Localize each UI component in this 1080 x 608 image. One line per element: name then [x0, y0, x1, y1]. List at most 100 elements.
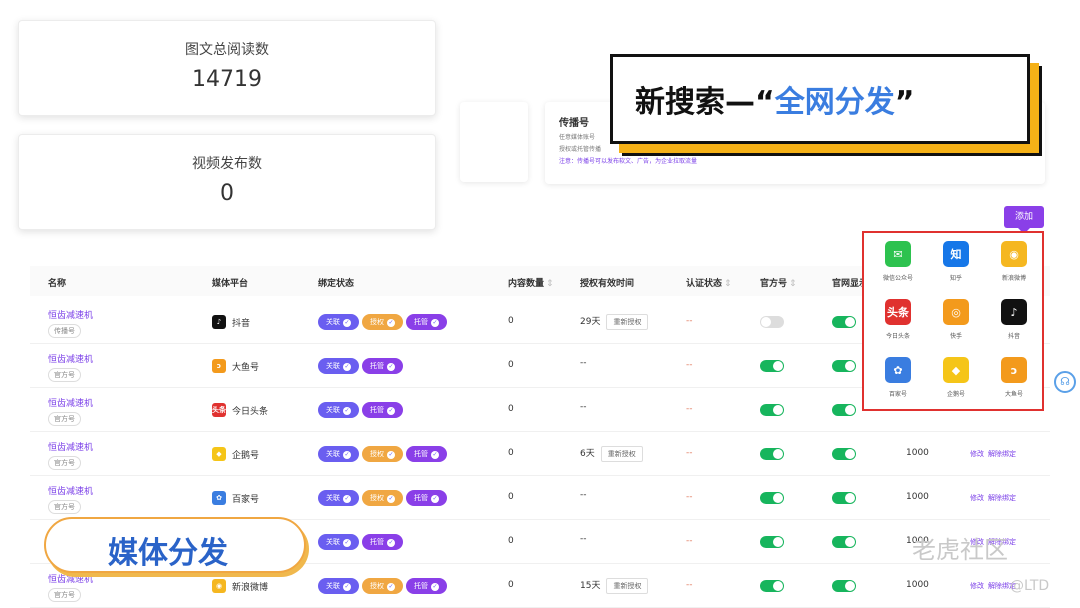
- platform-cell: ♪ 抖音: [212, 315, 250, 329]
- platform-option[interactable]: ɔ 大鱼号: [986, 357, 1042, 398]
- bind-status-cell: 关联 ✓ 授权 ✓ 托管 ✓: [318, 490, 450, 506]
- reauth-button[interactable]: 重新授权: [606, 578, 649, 594]
- auth-time-cell: 6天 重新授权: [580, 446, 643, 462]
- operation-cell: 修改 解除绑定: [970, 493, 1020, 503]
- site-show-toggle[interactable]: [832, 492, 856, 504]
- reauth-button[interactable]: 重新授权: [600, 446, 643, 462]
- official-toggle[interactable]: [760, 404, 784, 416]
- edit-link[interactable]: 修改: [970, 450, 984, 458]
- status-pill-host[interactable]: 托管 ✓: [406, 314, 447, 330]
- toggle-knob: [845, 361, 855, 371]
- check-icon: ✓: [431, 319, 439, 327]
- bind-status-cell: 关联 ✓ 托管 ✓: [318, 358, 406, 374]
- edit-link[interactable]: 修改: [970, 494, 984, 502]
- account-name[interactable]: 恒齿减速机: [48, 308, 93, 321]
- verify-status: --: [686, 536, 693, 546]
- sort-icon[interactable]: ⇕: [546, 279, 554, 289]
- pill-label: 托管: [414, 318, 428, 326]
- account-name[interactable]: 恒齿减速机: [48, 396, 93, 409]
- official-toggle[interactable]: [760, 580, 784, 592]
- watermark: 老虎社区: [912, 536, 1008, 564]
- platform-cell: 头条 今日头条: [212, 403, 268, 417]
- status-pill-link[interactable]: 关联 ✓: [318, 446, 359, 462]
- account-name[interactable]: 恒齿减速机: [48, 572, 93, 585]
- status-pill-link[interactable]: 关联 ✓: [318, 578, 359, 594]
- toggle-knob: [845, 449, 855, 459]
- sort-icon[interactable]: ⇕: [724, 279, 732, 289]
- col-name: 名称: [48, 279, 67, 289]
- account-name[interactable]: 恒齿减速机: [48, 440, 93, 453]
- verify-status: --: [686, 492, 693, 502]
- platform-option[interactable]: ♪ 抖音: [986, 299, 1042, 340]
- official-toggle[interactable]: [760, 360, 784, 372]
- status-pill-host[interactable]: 托管 ✓: [406, 578, 447, 594]
- official-toggle[interactable]: [760, 536, 784, 548]
- broadcast-note: 注意：传播号可以发布软文、广告，为企业拉取流量: [559, 158, 698, 165]
- site-show-toggle[interactable]: [832, 580, 856, 592]
- account-cell: 恒齿减速机 官方号: [48, 484, 93, 514]
- unbind-link[interactable]: 解除绑定: [988, 450, 1016, 458]
- platform-option[interactable]: ◎ 快手: [928, 299, 984, 340]
- toutiao-icon: 头条: [212, 403, 226, 417]
- platform-option[interactable]: ✿ 百家号: [870, 357, 926, 398]
- auth-time-cell: --: [580, 358, 587, 368]
- verify-status: --: [686, 404, 693, 414]
- site-show-toggle[interactable]: [832, 536, 856, 548]
- platform-option-label: 微信公众号: [882, 275, 913, 282]
- status-pill-host[interactable]: 托管 ✓: [406, 446, 447, 462]
- status-pill-link[interactable]: 关联 ✓: [318, 314, 359, 330]
- status-pill-host[interactable]: 托管 ✓: [362, 358, 403, 374]
- pill-label: 关联: [326, 406, 340, 414]
- platform-option[interactable]: 知 知乎: [928, 241, 984, 282]
- status-pill-link[interactable]: 关联 ✓: [318, 358, 359, 374]
- customer-service-icon[interactable]: ☊: [1054, 371, 1076, 393]
- check-icon: ✓: [387, 451, 395, 459]
- platform-option[interactable]: ✉ 微信公众号: [870, 241, 926, 282]
- auth-time: --: [580, 358, 587, 368]
- col-bind-status: 绑定状态: [318, 279, 355, 289]
- official-toggle[interactable]: [760, 316, 784, 328]
- site-show-toggle[interactable]: [832, 360, 856, 372]
- status-pill-host[interactable]: 托管 ✓: [406, 490, 447, 506]
- weibo-icon: ◉: [212, 579, 226, 593]
- status-pill-link[interactable]: 关联 ✓: [318, 402, 359, 418]
- official-toggle[interactable]: [760, 492, 784, 504]
- col-content-count[interactable]: 内容数量 ⇕: [508, 276, 554, 289]
- unbind-link[interactable]: 解除绑定: [988, 494, 1016, 502]
- toggle-knob: [773, 581, 783, 591]
- status-pill-link[interactable]: 关联 ✓: [318, 534, 359, 550]
- status-pill-link[interactable]: 关联 ✓: [318, 490, 359, 506]
- status-pill-auth[interactable]: 授权 ✓: [362, 490, 403, 506]
- media-distribution-label: 媒体分发: [44, 517, 306, 573]
- status-pill-auth[interactable]: 授权 ✓: [362, 446, 403, 462]
- status-pill-host[interactable]: 托管 ✓: [362, 402, 403, 418]
- check-icon: ✓: [343, 363, 351, 371]
- check-icon: ✓: [431, 451, 439, 459]
- site-show-toggle[interactable]: [832, 404, 856, 416]
- platform-option-label: 新浪微博: [1001, 275, 1026, 282]
- platform-option-label: 知乎: [949, 275, 962, 282]
- col-official[interactable]: 官方号 ⇕: [760, 276, 797, 289]
- platform-option[interactable]: 头条 今日头条: [870, 299, 926, 340]
- sort-icon[interactable]: ⇕: [789, 279, 797, 289]
- platform-option[interactable]: ◉ 新浪微博: [986, 241, 1042, 282]
- account-name[interactable]: 恒齿减速机: [48, 352, 93, 365]
- status-pill-host[interactable]: 托管 ✓: [362, 534, 403, 550]
- weight-value: 1000: [906, 492, 929, 502]
- pill-label: 托管: [370, 538, 384, 546]
- reauth-button[interactable]: 重新授权: [606, 314, 649, 330]
- account-name[interactable]: 恒齿减速机: [48, 484, 93, 497]
- status-pill-auth[interactable]: 授权 ✓: [362, 314, 403, 330]
- platform-option[interactable]: ◆ 企鹅号: [928, 357, 984, 398]
- pill-label: 关联: [326, 494, 340, 502]
- content-count: 0: [508, 316, 514, 326]
- col-verify[interactable]: 认证状态 ⇕: [686, 276, 732, 289]
- status-pill-auth[interactable]: 授权 ✓: [362, 578, 403, 594]
- official-toggle[interactable]: [760, 448, 784, 460]
- site-show-toggle[interactable]: [832, 448, 856, 460]
- pill-label: 授权: [370, 494, 384, 502]
- add-button[interactable]: 添加: [1004, 206, 1044, 228]
- edit-link[interactable]: 修改: [970, 582, 984, 590]
- site-show-toggle[interactable]: [832, 316, 856, 328]
- auth-time: --: [580, 490, 587, 500]
